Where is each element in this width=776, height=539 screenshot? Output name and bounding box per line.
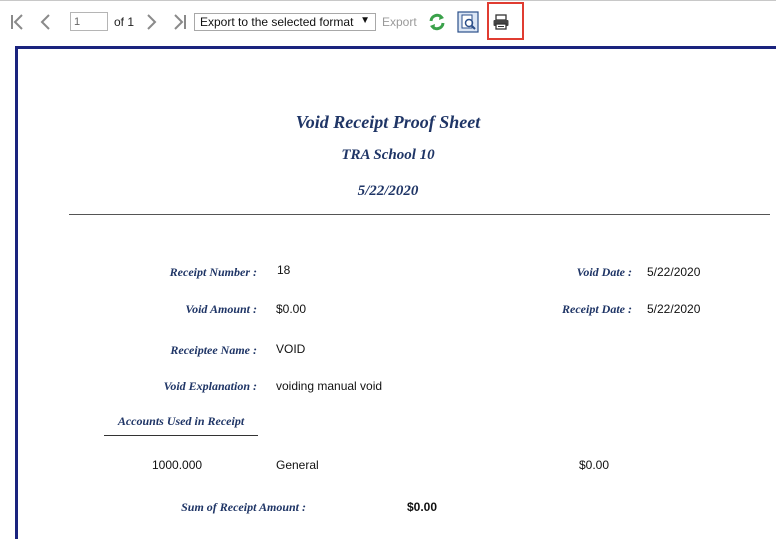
print-button-highlight xyxy=(487,2,524,40)
export-format-select[interactable]: Export to the selected format ▼ xyxy=(194,13,376,31)
sum-receipt-amount-label: Sum of Receipt Amount : xyxy=(181,500,306,514)
account-number: 1000.000 xyxy=(152,458,203,472)
refresh-icon[interactable] xyxy=(426,10,448,34)
void-explanation-value: voiding manual void xyxy=(276,379,383,393)
previous-page-icon[interactable] xyxy=(36,10,56,34)
header-divider xyxy=(69,214,770,215)
receipt-date-value: 5/22/2020 xyxy=(647,302,701,316)
receiptee-name-label: Receiptee Name : xyxy=(170,343,257,357)
first-page-icon[interactable] xyxy=(7,10,27,34)
receipt-date-label: Receipt Date : xyxy=(562,302,632,316)
accounts-header: Accounts Used in Receipt xyxy=(104,414,258,436)
school-name: TRA School 10 xyxy=(341,147,435,163)
account-amount: $0.00 xyxy=(579,458,610,472)
sum-receipt-amount-value: $0.00 xyxy=(407,500,438,514)
page-number-input[interactable] xyxy=(70,12,108,31)
last-page-icon[interactable] xyxy=(170,10,190,34)
dropdown-arrow-icon: ▼ xyxy=(360,15,370,26)
account-name: General xyxy=(276,458,319,472)
print-layout-icon[interactable] xyxy=(457,10,479,34)
report-title: Void Receipt Proof Sheet xyxy=(295,112,481,132)
receipt-number-label: Receipt Number : xyxy=(169,265,257,279)
void-date-value: 5/22/2020 xyxy=(647,265,701,279)
void-date-label: Void Date : xyxy=(576,265,632,279)
receipt-number-value: 18 xyxy=(277,263,291,277)
export-button[interactable]: Export xyxy=(382,15,417,29)
void-explanation-label: Void Explanation : xyxy=(163,379,257,393)
void-amount-label: Void Amount : xyxy=(185,302,257,316)
void-amount-value: $0.00 xyxy=(276,302,307,316)
report-toolbar: of 1 Export to the selected format ▼ Exp… xyxy=(0,0,776,42)
report-date: 5/22/2020 xyxy=(357,183,419,199)
receiptee-name-value: VOID xyxy=(276,342,306,356)
page-count-label: of 1 xyxy=(114,15,135,29)
export-format-value: Export to the selected format xyxy=(200,15,354,29)
next-page-icon[interactable] xyxy=(141,10,161,34)
